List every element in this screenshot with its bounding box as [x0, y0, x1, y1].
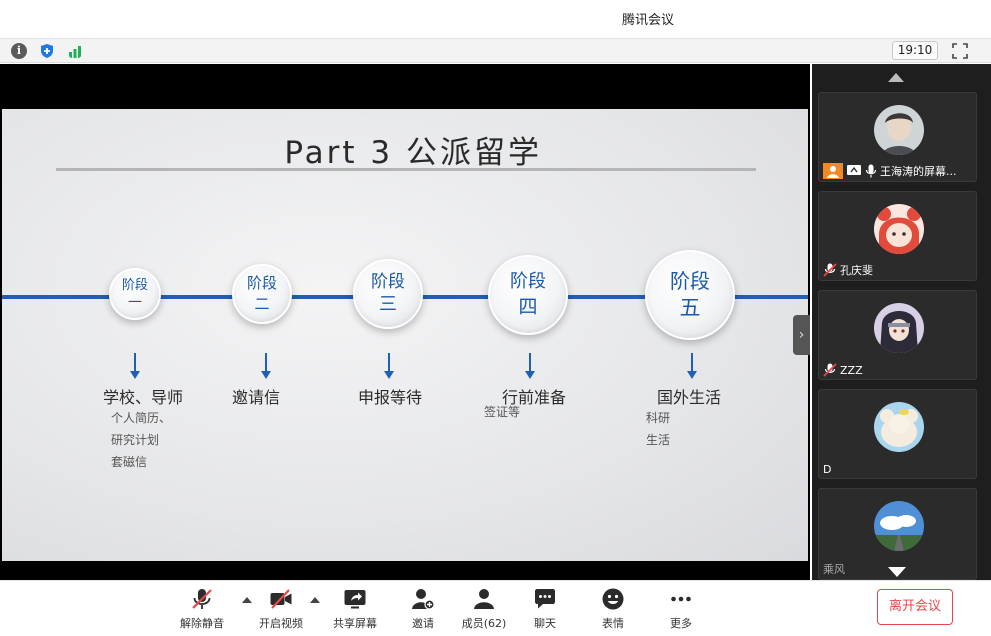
share-screen-icon	[344, 590, 366, 609]
participant-tile[interactable]: 孔庆斐	[818, 191, 977, 281]
more-button[interactable]: 更多	[651, 587, 711, 631]
participant-name-row: ZZZ	[823, 363, 863, 377]
stage-title-1: 学校、导师	[103, 388, 184, 407]
stage-circle-5: 阶段 五	[645, 250, 735, 340]
stage-detail: 生活	[646, 433, 671, 447]
camera-off-icon	[270, 589, 292, 609]
stage-label: 阶段	[121, 277, 148, 293]
stage-number: 三	[379, 294, 397, 315]
chat-label: 聊天	[534, 617, 556, 630]
invite-button[interactable]: 邀请	[393, 587, 453, 631]
participant-name-row: D	[823, 463, 831, 476]
participant-tile[interactable]: D	[818, 389, 977, 479]
share-screen-label: 共享屏幕	[333, 617, 377, 630]
stage-label: 阶段	[371, 272, 405, 292]
stage-detail: 个人简历、	[111, 411, 172, 425]
stage-label: 阶段	[670, 269, 710, 293]
invite-label: 邀请	[412, 617, 434, 630]
meeting-toolbar: 解除静音 开启视频 共享屏幕 邀请 成员(62) 聊天 表情 更多 离开会议	[0, 580, 991, 636]
window-titlebar: 腾讯会议	[0, 0, 991, 38]
emoji-icon	[602, 588, 624, 610]
avatar	[874, 402, 924, 452]
down-arrow-icon	[525, 353, 535, 379]
stage-circle-1: 阶段 一	[109, 268, 161, 320]
video-options-caret[interactable]	[310, 597, 320, 603]
meeting-timer: 19:10	[892, 41, 938, 60]
unmute-label: 解除静音	[180, 617, 224, 630]
participant-name: 孔庆斐	[840, 264, 873, 277]
participant-tile[interactable]: ZZZ	[818, 290, 977, 380]
participant-name: 乘风	[823, 563, 845, 576]
avatar	[874, 105, 924, 155]
scroll-down-icon[interactable]	[888, 567, 906, 577]
start-video-button[interactable]: 开启视频	[251, 587, 311, 631]
signal-icon[interactable]	[67, 43, 83, 59]
members-icon	[474, 589, 494, 609]
stage-circle-4: 阶段 四	[488, 255, 568, 335]
chat-icon	[535, 589, 555, 609]
unmute-button[interactable]: 解除静音	[172, 587, 232, 631]
presentation-slide: Part 3 公派留学 阶段 一 学校、导师 个人简历、 研究计划 套磁信 阶段…	[2, 109, 808, 561]
members-label: 成员(62)	[461, 617, 507, 630]
chat-button[interactable]: 聊天	[515, 587, 575, 631]
microphone-muted-icon	[192, 589, 212, 609]
stage-detail: 套磁信	[111, 455, 148, 469]
emoji-button[interactable]: 表情	[583, 587, 643, 631]
stage-title-5: 国外生活	[657, 388, 722, 407]
participant-name: D	[823, 463, 832, 476]
stage-circle-2: 阶段 二	[232, 264, 292, 324]
participant-name-row: 乘风	[823, 561, 845, 577]
down-arrow-icon	[687, 353, 697, 379]
start-video-label: 开启视频	[259, 617, 303, 630]
invite-user-icon	[412, 589, 435, 610]
participant-name-row: 王海涛的屏幕...	[823, 163, 957, 179]
down-arrow-icon	[261, 353, 271, 379]
more-label: 更多	[670, 617, 692, 630]
stage-label: 阶段	[246, 274, 277, 292]
stage-number: 四	[518, 296, 538, 318]
fullscreen-icon[interactable]	[952, 43, 968, 59]
share-screen-button[interactable]: 共享屏幕	[325, 587, 385, 631]
participant-tile[interactable]: 王海涛的屏幕...	[818, 92, 977, 182]
down-arrow-icon	[384, 353, 394, 379]
leave-meeting-button[interactable]: 离开会议	[877, 589, 953, 625]
stage-label: 阶段	[510, 271, 546, 292]
avatar	[874, 204, 924, 254]
microphone-muted-icon	[823, 263, 837, 277]
participant-name: 王海涛的屏幕...	[880, 165, 957, 178]
stage-title-2: 邀请信	[232, 388, 281, 407]
title-divider	[56, 168, 756, 171]
slide-title: Part 3 公派留学	[284, 135, 542, 171]
stage-title-3: 申报等待	[358, 388, 423, 407]
more-icon	[671, 596, 691, 602]
shared-screen-area: Part 3 公派留学 阶段 一 学校、导师 个人简历、 研究计划 套磁信 阶段…	[0, 64, 810, 580]
emoji-label: 表情	[602, 617, 624, 630]
stage-detail: 签证等	[484, 405, 521, 419]
stage-detail: 科研	[646, 411, 671, 425]
info-icon[interactable]: i	[11, 43, 27, 59]
down-arrow-icon	[130, 353, 140, 379]
stage-number: 一	[128, 294, 142, 311]
stage-detail: 研究计划	[111, 433, 160, 447]
window-title: 腾讯会议	[622, 13, 675, 28]
microphone-muted-icon	[823, 363, 837, 377]
shield-icon[interactable]	[39, 43, 55, 59]
screen-share-icon	[847, 165, 861, 175]
collapse-panel-button[interactable]: ›	[793, 315, 810, 355]
host-icon	[823, 163, 843, 179]
avatar	[874, 501, 924, 551]
stage-number: 二	[254, 295, 270, 313]
participant-name: ZZZ	[840, 363, 863, 377]
members-button[interactable]: 成员(62)	[454, 587, 514, 631]
participant-name-row: 孔庆斐	[823, 262, 873, 278]
scroll-up-icon[interactable]	[888, 73, 904, 82]
avatar	[874, 303, 924, 353]
meeting-status-bar: i 19:10	[0, 38, 991, 63]
microphone-icon	[865, 164, 877, 178]
stage-number: 五	[679, 296, 701, 320]
stage-circle-3: 阶段 三	[353, 259, 423, 329]
